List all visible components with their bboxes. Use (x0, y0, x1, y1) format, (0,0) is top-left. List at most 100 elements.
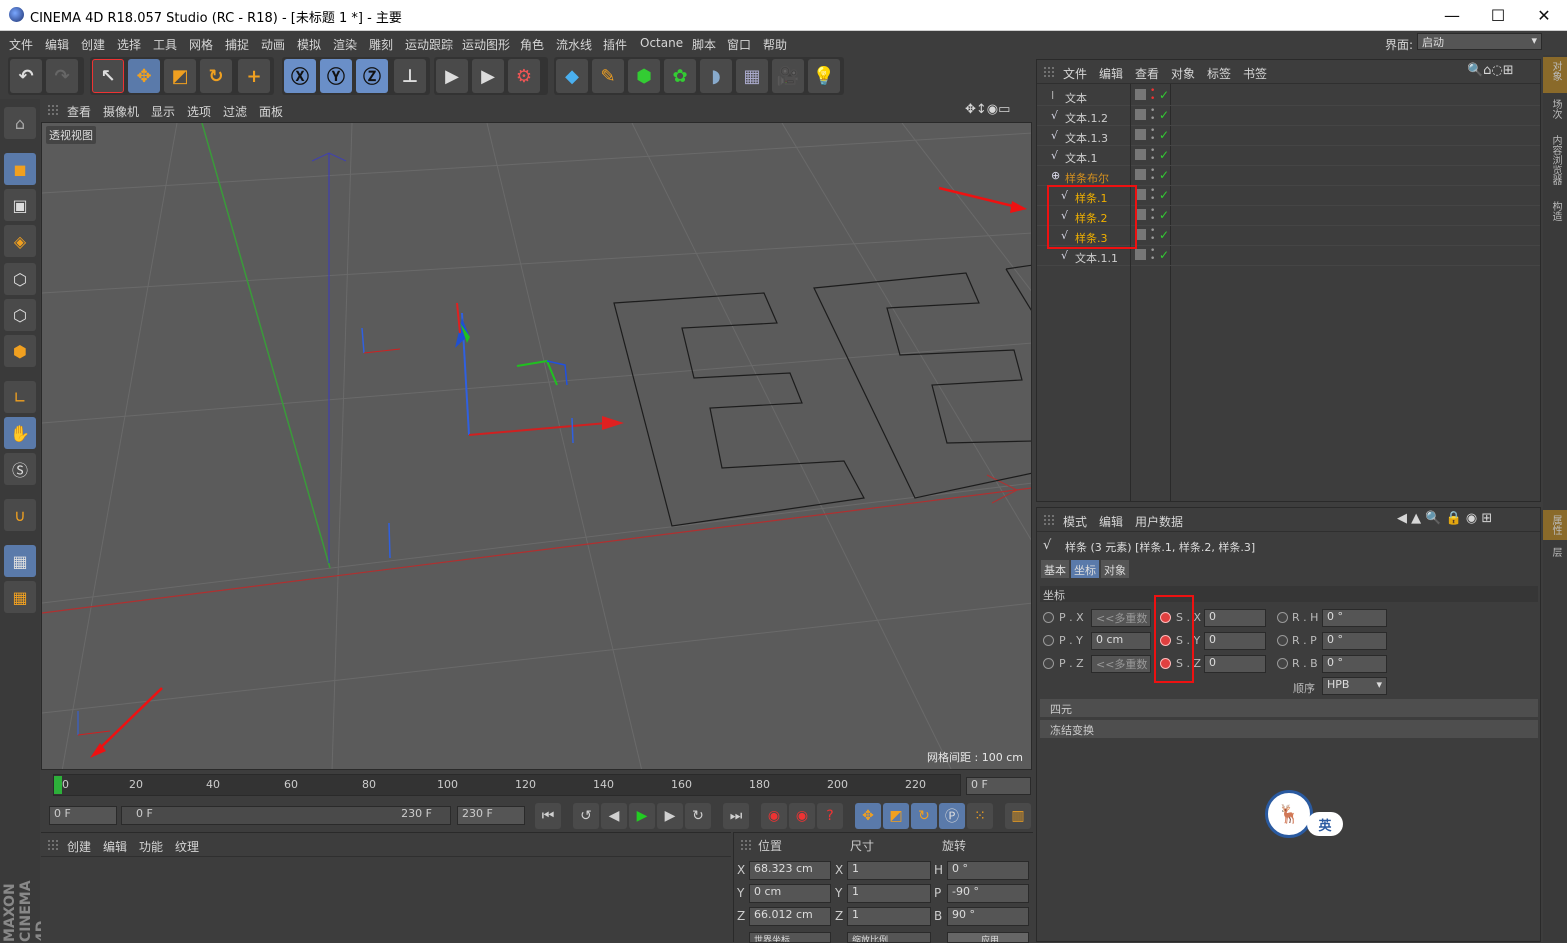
menu-simulate[interactable]: 模拟 (297, 36, 321, 53)
rb-field[interactable]: 0 ° (1322, 655, 1387, 673)
enabled-check-icon[interactable]: ✓ (1159, 108, 1169, 122)
size-z-field[interactable]: 1 (847, 907, 931, 926)
enabled-check-icon[interactable]: ✓ (1159, 128, 1169, 142)
planar-workplane-icon[interactable]: ▦ (4, 581, 36, 613)
object-visibility-flags[interactable]: • • ✓ (1130, 106, 1170, 126)
edit-flag-icon[interactable] (1135, 129, 1146, 140)
play-icon[interactable]: ▶ (629, 803, 655, 829)
model-mode-icon[interactable]: ◼ (4, 153, 36, 185)
om-menu-file[interactable]: 文件 (1063, 65, 1087, 82)
visibility-dots-icon[interactable]: • • (1150, 107, 1155, 124)
timeline-window-icon[interactable]: ▥ (1005, 803, 1031, 829)
key-param-icon[interactable]: Ⓟ (939, 803, 965, 829)
om-menu-bookmarks[interactable]: 书签 (1243, 65, 1267, 82)
object-visibility-flags[interactable]: • • ✓ (1130, 146, 1170, 166)
tab-layers[interactable]: 层 (1548, 547, 1563, 557)
py-radio[interactable] (1043, 635, 1054, 646)
prev-frame-icon[interactable]: ◀ (601, 803, 627, 829)
edit-flag-icon[interactable] (1135, 149, 1146, 160)
visibility-dots-icon[interactable]: • • (1150, 227, 1155, 244)
z-axis-icon[interactable]: Ⓩ (356, 59, 388, 93)
freeze-transform-section[interactable]: 冻结变换 (1040, 720, 1538, 738)
pz-field[interactable]: <<多重数 (1091, 655, 1151, 673)
tab-objects[interactable]: 对象 (1548, 61, 1563, 81)
points-mode-icon[interactable]: ⬡ (4, 263, 36, 295)
position-y-field[interactable]: 0 cm (749, 884, 831, 903)
magnet-icon[interactable]: ∪ (4, 499, 36, 531)
visibility-dots-icon[interactable]: • • (1150, 247, 1155, 264)
undo-icon[interactable]: ↶ (10, 59, 42, 93)
size-y-field[interactable]: 1 (847, 884, 931, 903)
edit-flag-icon[interactable] (1135, 109, 1146, 120)
timeline[interactable]: 0 20 40 60 80 100 120 140 160 180 200 22… (41, 770, 1032, 800)
vp-menu-filter[interactable]: 过滤 (223, 103, 247, 120)
menu-window[interactable]: 窗口 (727, 36, 751, 53)
object-visibility-flags[interactable]: • • ✓ (1130, 86, 1170, 106)
visibility-dots-icon[interactable]: • • (1150, 167, 1155, 184)
position-x-field[interactable]: 68.323 cm (749, 861, 831, 880)
goto-end-icon[interactable]: ⏭ (723, 803, 749, 829)
order-select[interactable]: HPB ▾ (1322, 677, 1387, 695)
om-menu-tags[interactable]: 标签 (1207, 65, 1231, 82)
menu-script[interactable]: 脚本 (692, 36, 716, 53)
ime-deer-icon[interactable]: 🦌 (1265, 790, 1313, 838)
polygons-mode-icon[interactable]: ⬢ (4, 335, 36, 367)
edit-flag-icon[interactable] (1135, 169, 1146, 180)
vp-menu-panel[interactable]: 面板 (259, 103, 283, 120)
rotate-icon[interactable]: ↻ (200, 59, 232, 93)
workplane-icon[interactable]: ◈ (4, 225, 36, 257)
object-row[interactable]: √ 文本.1.2 • • ✓ (1037, 106, 1540, 126)
mat-menu-texture[interactable]: 纹理 (175, 838, 199, 855)
menu-octane[interactable]: Octane (640, 36, 683, 50)
menu-select[interactable]: 选择 (117, 36, 141, 53)
visibility-dots-icon[interactable]: • • (1150, 207, 1155, 224)
am-menu-mode[interactable]: 模式 (1063, 513, 1087, 530)
enabled-check-icon[interactable]: ✓ (1159, 168, 1169, 182)
cloner-icon[interactable]: ✿ (664, 59, 696, 93)
menu-plugins[interactable]: 插件 (603, 36, 627, 53)
render-settings-icon[interactable]: ⚙ (508, 59, 540, 93)
visibility-dots-icon[interactable]: • • (1150, 87, 1155, 104)
mat-menu-create[interactable]: 创建 (67, 838, 91, 855)
next-frame-icon[interactable]: ▶ (657, 803, 683, 829)
object-visibility-flags[interactable]: • • ✓ (1130, 126, 1170, 146)
om-menu-edit[interactable]: 编辑 (1099, 65, 1123, 82)
om-menu-view[interactable]: 查看 (1135, 65, 1159, 82)
vp-menu-camera[interactable]: 摄像机 (103, 103, 139, 120)
edit-flag-icon[interactable] (1135, 249, 1146, 260)
viewport-nav-icons[interactable]: ✥↕◉▭ (965, 102, 1010, 117)
tab-basic[interactable]: 基本 (1041, 560, 1069, 578)
size-mode-select[interactable]: 缩放比例 (847, 932, 931, 943)
y-axis-icon[interactable]: Ⓨ (320, 59, 352, 93)
menu-snap[interactable]: 捕捉 (225, 36, 249, 53)
make-editable-icon[interactable]: ⌂ (4, 107, 36, 139)
quaternion-section[interactable]: 四元 (1040, 699, 1538, 717)
layout-select[interactable]: 启动 ▾ (1417, 33, 1542, 50)
close-button[interactable]: ✕ (1521, 0, 1567, 31)
keyframe-selection-icon[interactable]: ? (817, 803, 843, 829)
key-position-icon[interactable]: ✥ (855, 803, 881, 829)
render-picture-viewer-icon[interactable]: ▶ (472, 59, 504, 93)
mat-menu-function[interactable]: 功能 (139, 838, 163, 855)
enabled-check-icon[interactable]: ✓ (1159, 248, 1169, 262)
object-visibility-flags[interactable]: • • ✓ (1130, 246, 1170, 266)
om-menu-objects[interactable]: 对象 (1171, 65, 1195, 82)
rotation-p-field[interactable]: -90 ° (947, 884, 1029, 903)
visibility-dots-icon[interactable]: • • (1150, 187, 1155, 204)
rotation-b-field[interactable]: 90 ° (947, 907, 1029, 926)
enabled-check-icon[interactable]: ✓ (1159, 148, 1169, 162)
vp-menu-display[interactable]: 显示 (151, 103, 175, 120)
auto-key-icon[interactable]: ◉ (789, 803, 815, 829)
tab-content-browser[interactable]: 内容浏览器 (1548, 135, 1563, 185)
current-frame-field[interactable]: 0 F (966, 777, 1031, 795)
menu-render[interactable]: 渲染 (333, 36, 357, 53)
menu-character[interactable]: 角色 (520, 36, 544, 53)
menu-mograph[interactable]: 运动图形 (462, 36, 510, 53)
key-scale-icon[interactable]: ◩ (883, 803, 909, 829)
visibility-dots-icon[interactable]: • • (1150, 127, 1155, 144)
sy-field[interactable]: 0 (1204, 632, 1266, 650)
timeline-track[interactable]: 0 20 40 60 80 100 120 140 160 180 200 22… (53, 774, 961, 796)
px-radio[interactable] (1043, 612, 1054, 623)
edit-flag-icon[interactable] (1135, 89, 1146, 100)
rb-radio[interactable] (1277, 658, 1288, 669)
